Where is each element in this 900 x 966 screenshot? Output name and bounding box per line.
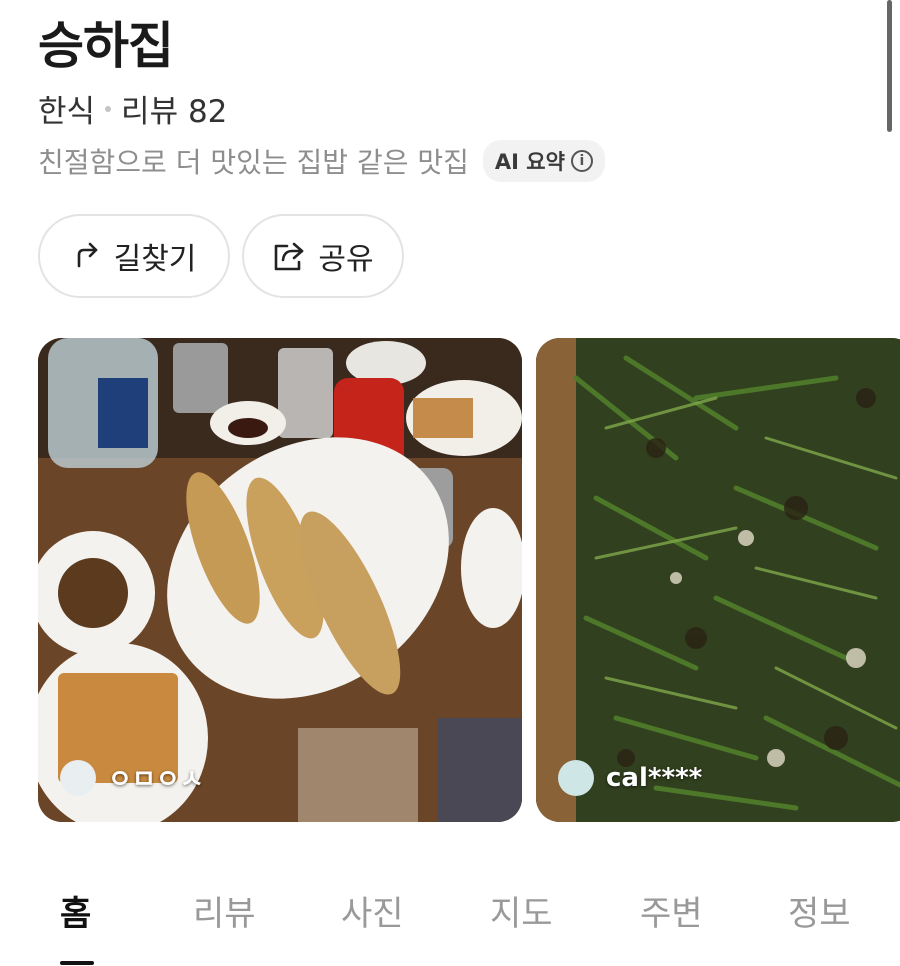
photo-carousel[interactable]: ㅇㅁㅇㅅ cal**** (38, 338, 900, 822)
info-icon: i (570, 150, 593, 172)
tab-map[interactable]: 지도 (490, 886, 553, 935)
tab-reviews[interactable]: 리뷰 (193, 886, 256, 935)
tab-bar: 홈 리뷰 사진 지도 주변 정보 (0, 886, 900, 946)
active-tab-indicator (60, 961, 94, 965)
action-buttons: 길찾기 공유 (38, 214, 404, 298)
review-count: 82 (187, 94, 228, 130)
photo-card[interactable]: cal**** (536, 338, 900, 822)
directions-label: 길찾기 (113, 242, 197, 277)
credit-username: ㅇㅁㅇㅅ (108, 765, 204, 795)
directions-arrow-icon (77, 242, 97, 268)
share-label: 공유 (318, 242, 374, 277)
review-label: 리뷰 (121, 94, 179, 130)
credit-username: cal**** (606, 763, 703, 793)
ai-chip-label: AI 요약 (494, 150, 565, 174)
photo-card[interactable]: ㅇㅁㅇㅅ (38, 338, 522, 822)
directions-button[interactable]: 길찾기 (38, 214, 230, 298)
separator-dot (105, 105, 112, 112)
grilled-fish-meal-photo (38, 338, 522, 822)
share-button[interactable]: 공유 (242, 214, 404, 298)
tab-photos[interactable]: 사진 (341, 886, 404, 935)
tab-home[interactable]: 홈 (60, 886, 91, 935)
place-meta: 한식 리뷰 82 (38, 86, 227, 131)
avatar (60, 759, 96, 796)
summary-text: 친절함으로 더 맛있는 집밥 같은 맛집 (38, 146, 469, 179)
scrollbar[interactable] (887, 0, 892, 132)
tab-info[interactable]: 정보 (788, 886, 851, 935)
place-title: 승하집 (38, 17, 174, 75)
chive-pancake-photo (536, 338, 900, 822)
ai-summary-chip[interactable]: AI 요약 i (482, 140, 605, 182)
tab-nearby[interactable]: 주변 (640, 886, 703, 935)
share-icon (275, 242, 304, 271)
category-label: 한식 (38, 94, 96, 130)
photo-credit: ㅇㅁㅇㅅ (60, 759, 204, 796)
avatar (558, 760, 594, 796)
ai-summary: 친절함으로 더 맛있는 집밥 같은 맛집 AI 요약 i (38, 140, 605, 182)
photo-credit: cal**** (558, 760, 702, 796)
review-link[interactable]: 리뷰 82 (121, 86, 227, 131)
